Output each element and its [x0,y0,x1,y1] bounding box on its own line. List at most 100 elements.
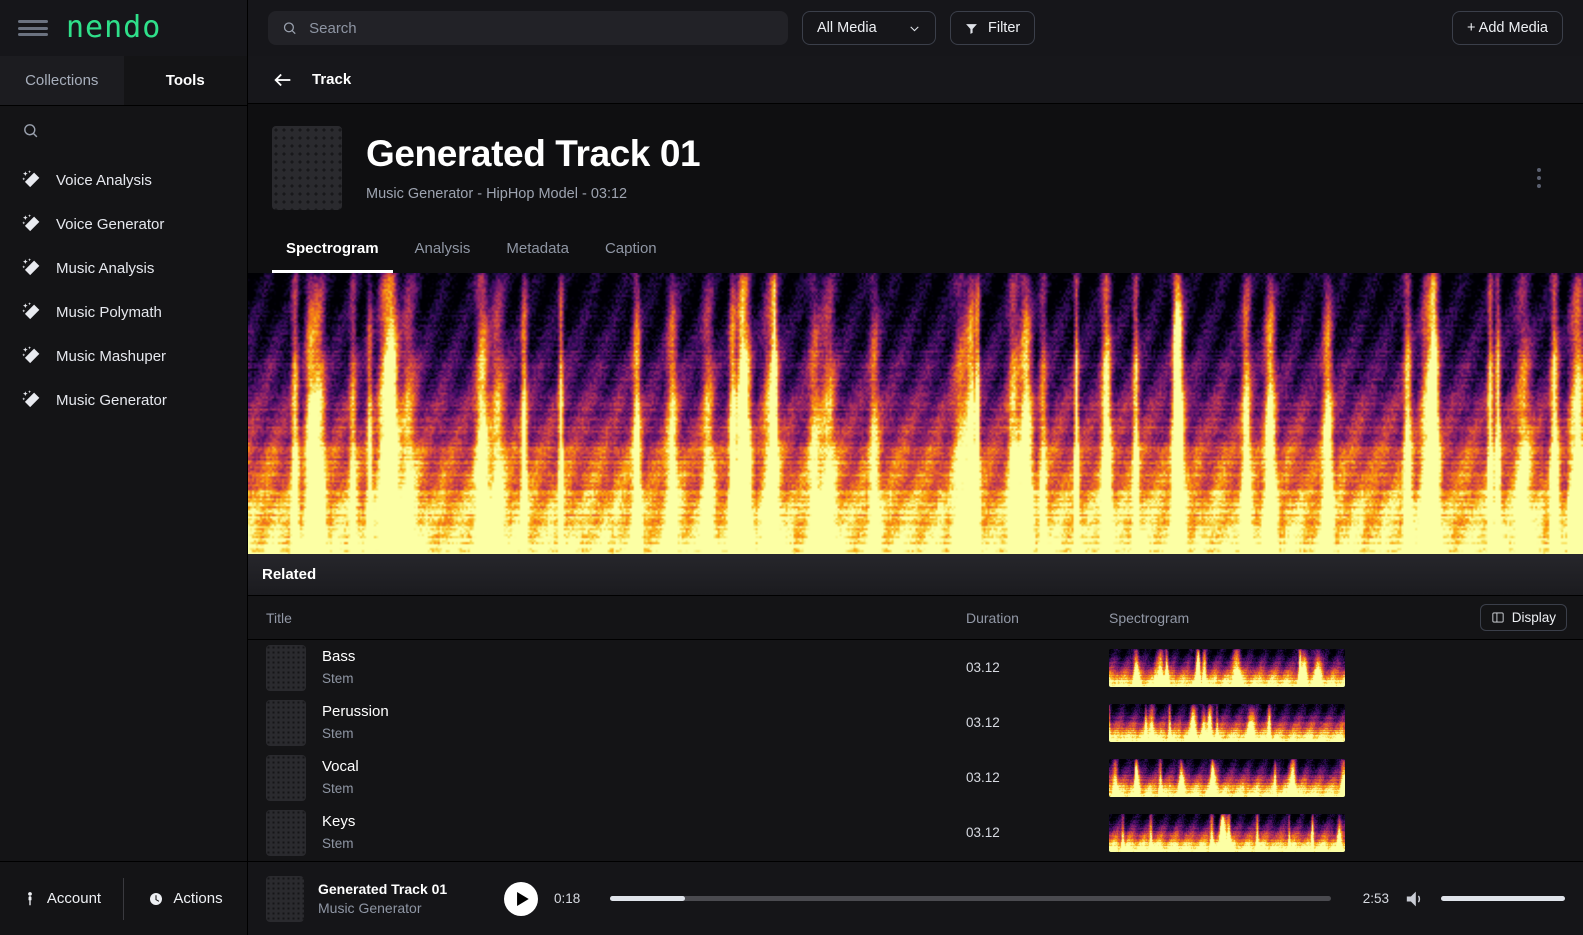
row-title-cell: Vocal Stem [248,754,966,801]
add-media-button[interactable]: + Add Media [1451,11,1563,45]
sidebar-tab-collections[interactable]: Collections [0,56,124,106]
track-breadcrumb-bar: Track [248,56,1583,104]
player-text: Generated Track 01 Music Generator [318,881,447,916]
row-text: Bass Stem [322,647,355,688]
page-title: Generated Track 01 [366,133,701,175]
kebab-menu-icon[interactable] [1531,162,1547,194]
row-spectrogram-canvas [1109,703,1345,742]
player-subtitle: Music Generator [318,900,422,916]
tab-caption[interactable]: Caption [591,228,671,273]
row-spectrogram [1109,758,1583,797]
table-row[interactable]: Keys Stem 03.12 [248,805,1583,860]
magic-wand-icon [22,302,40,320]
row-title-cell: Perussion Stem [248,699,966,746]
row-title-cell: Bass Stem [248,644,966,691]
tab-metadata[interactable]: Metadata [492,228,583,273]
magic-wand-icon [22,214,40,232]
filter-icon [966,23,977,34]
row-artwork [266,754,306,801]
spectrogram-panel [248,273,1583,554]
row-spectrogram [1109,648,1583,687]
chevron-down-icon [910,25,919,31]
person-icon [28,891,32,905]
row-duration: 03.12 [966,825,1000,840]
hamburger-icon[interactable] [18,17,48,39]
row-duration: 03.12 [966,660,1000,675]
main-area: All Media Filter + Add Media Track [248,0,1583,935]
player-bar: Generated Track 01 Music Generator 0:18 … [248,861,1583,935]
filter-label: Filter [988,20,1021,36]
table-row[interactable]: Perussion Stem 03.12 [248,695,1583,750]
sidebar-item-label: Music Polymath [56,303,162,321]
tab-spectrogram[interactable]: Spectrogram [272,228,393,273]
search-input[interactable] [309,19,774,37]
sidebar-tab-tools[interactable]: Tools [123,56,247,106]
related-heading: Related [248,554,1583,596]
player-title: Generated Track 01 [318,881,448,897]
play-button[interactable] [504,881,538,916]
display-label: Display [1511,610,1556,625]
tab-analysis[interactable]: Analysis [401,228,485,273]
player-artwork [266,875,304,922]
sidebar-item-label: Music Generator [56,391,167,409]
row-kind: Stem [322,726,354,742]
media-type-select[interactable]: All Media [802,11,936,45]
search-box[interactable] [268,11,788,45]
current-time: 0:18 [554,891,581,906]
sidebar-item-label: Music Mashuper [56,347,167,365]
progress-slider[interactable] [610,896,1331,901]
search-icon [283,22,296,35]
display-button[interactable]: Display [1479,604,1567,631]
row-name: Perussion [322,702,389,720]
sidebar: nendo Collections Tools Voice Analysis V… [0,0,248,935]
track-tabs: Spectrogram Analysis Metadata Caption [248,228,1583,273]
sidebar-item-voice-generator[interactable]: Voice Generator [0,202,247,246]
app-logo: nendo [66,10,162,45]
row-spectrogram-canvas [1109,648,1345,687]
row-name: Bass [322,647,356,665]
row-title-cell: Keys Stem [248,809,966,856]
sidebar-item-label: Voice Generator [56,215,165,233]
filter-button[interactable]: Filter [950,11,1036,45]
sidebar-item-voice-analysis[interactable]: Voice Analysis [0,158,247,202]
sidebar-item-music-analysis[interactable]: Music Analysis [0,246,247,290]
row-name: Vocal [322,757,359,775]
breadcrumb-title: Track [312,71,352,88]
row-spectrogram-canvas [1109,758,1345,797]
track-title-group: Generated Track 01 Music Generator - Hip… [366,133,701,202]
row-kind: Stem [322,671,354,687]
magic-wand-icon [22,346,40,364]
spectrogram-view[interactable] [248,273,1583,554]
tool-list: Voice Analysis Voice Generator Music Ana… [0,154,247,861]
actions-button[interactable]: Actions [124,862,247,935]
column-header-title: Title [266,609,292,626]
sidebar-item-music-generator[interactable]: Music Generator [0,378,247,422]
magic-wand-icon [22,258,40,276]
table-row[interactable]: Vocal Stem 03.12 [248,750,1583,805]
sidebar-item-music-mashuper[interactable]: Music Mashuper [0,334,247,378]
sidebar-item-music-polymath[interactable]: Music Polymath [0,290,247,334]
total-time: 2:53 [1362,891,1389,906]
media-type-value: All Media [817,20,877,36]
arrow-left-icon[interactable] [272,69,294,91]
play-icon [516,891,529,906]
actions-label: Actions [173,890,223,907]
table-row[interactable]: Bass Stem 03.12 [248,640,1583,695]
row-artwork [266,699,306,746]
row-artwork [266,644,306,691]
row-spectrogram [1109,703,1583,742]
row-text: Keys Stem [322,812,355,853]
progress-fill [610,896,685,901]
row-kind: Stem [322,836,354,852]
account-button[interactable]: Account [0,862,123,935]
row-artwork [266,809,306,856]
sidebar-search[interactable] [0,106,247,154]
volume-icon[interactable] [1405,890,1425,908]
track-subtitle: Music Generator - HipHop Model - 03:12 [366,185,628,202]
app-root: nendo Collections Tools Voice Analysis V… [0,0,1583,935]
track-header: Generated Track 01 Music Generator - Hip… [248,104,1583,228]
volume-slider[interactable] [1441,896,1565,901]
brand-bar: nendo [0,0,247,56]
magic-wand-icon [22,170,40,188]
row-duration: 03.12 [966,715,1000,730]
